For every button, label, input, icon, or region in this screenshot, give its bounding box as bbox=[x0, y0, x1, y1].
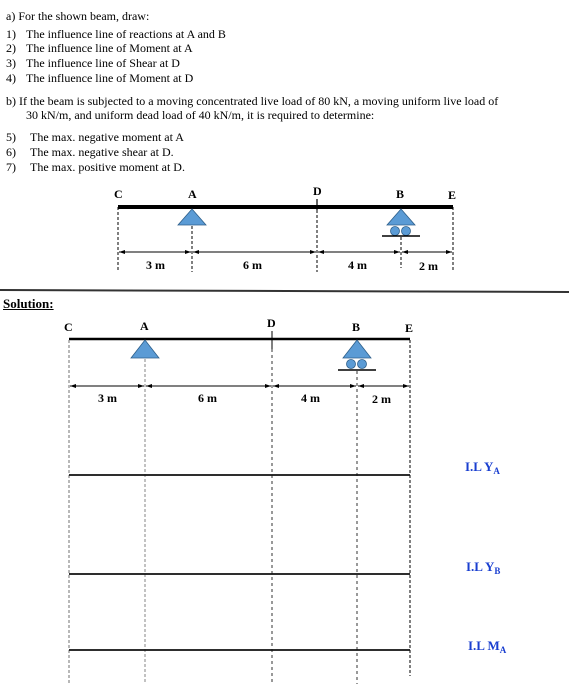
span-label: 6 m bbox=[243, 258, 262, 272]
point-label-a: A bbox=[140, 319, 149, 333]
point-label-d: D bbox=[313, 184, 322, 198]
il-yb-label: I.L YB bbox=[466, 559, 501, 576]
pin-support-icon bbox=[177, 208, 207, 226]
roller-support-icon bbox=[342, 339, 372, 359]
point-label-c: C bbox=[64, 320, 73, 334]
roller-wheel-icon bbox=[357, 359, 367, 369]
section-divider bbox=[0, 289, 569, 293]
diagram-canvas bbox=[0, 199, 569, 684]
solution-title: Solution: bbox=[3, 296, 54, 311]
point-label-e: E bbox=[405, 321, 414, 335]
point-label-e: E bbox=[448, 188, 457, 202]
roller-support-icon bbox=[386, 208, 416, 226]
il-ma-label: I.L MA bbox=[468, 638, 507, 655]
span-label: 4 m bbox=[301, 391, 320, 405]
point-label-c: C bbox=[114, 187, 123, 201]
span-label: 2 m bbox=[419, 259, 438, 273]
span-label: 6 m bbox=[198, 391, 217, 405]
point-label-b: B bbox=[396, 187, 405, 201]
point-label-a: A bbox=[188, 187, 197, 201]
roller-wheel-icon bbox=[346, 359, 356, 369]
pin-support-icon bbox=[130, 339, 160, 359]
span-label: 2 m bbox=[372, 392, 391, 406]
roller-wheel-icon bbox=[401, 226, 411, 236]
span-label: 4 m bbox=[348, 258, 367, 272]
solution-beam-diagram bbox=[68, 331, 411, 684]
il-ya-label: I.L YA bbox=[465, 459, 500, 476]
span-label: 3 m bbox=[146, 258, 165, 272]
point-label-b: B bbox=[352, 320, 361, 334]
roller-wheel-icon bbox=[390, 226, 400, 236]
point-label-d: D bbox=[267, 316, 276, 330]
projection-lines bbox=[68, 340, 411, 684]
problem-beam-diagram bbox=[117, 199, 454, 272]
span-label: 3 m bbox=[98, 391, 117, 405]
